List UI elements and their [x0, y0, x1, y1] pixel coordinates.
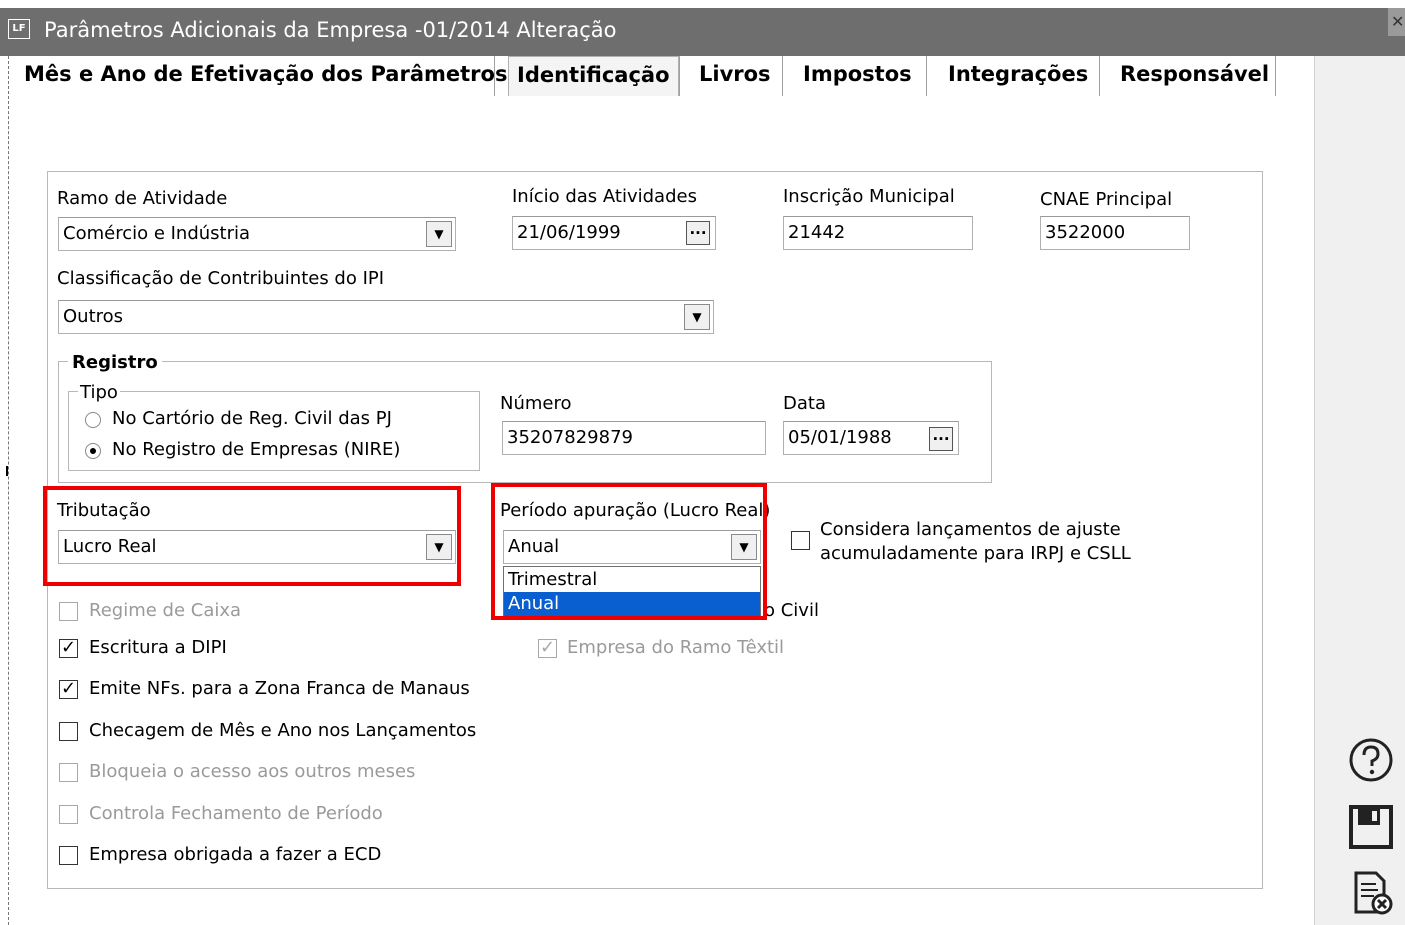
- close-icon[interactable]: ✕: [1388, 8, 1405, 36]
- tab-separator: [782, 56, 784, 96]
- regime-caixa-label: Regime de Caixa: [89, 600, 242, 621]
- registro-title: Registro: [68, 352, 162, 373]
- tab-separator: [1275, 56, 1277, 96]
- tab-livros[interactable]: Livros: [699, 60, 771, 96]
- fechamento-checkbox[interactable]: [59, 805, 78, 824]
- radio-cartorio-label: No Cartório de Reg. Civil das PJ: [112, 408, 392, 429]
- ramo-select[interactable]: Comércio e Indústria: [58, 217, 456, 251]
- ramo-label: Ramo de Atividade: [57, 188, 228, 209]
- inscricao-value: 21442: [788, 222, 846, 243]
- data-label: Data: [783, 393, 826, 414]
- date-picker-button[interactable]: ...: [686, 221, 710, 245]
- app-icon: LF: [8, 19, 30, 39]
- chevron-down-icon[interactable]: ▼: [426, 221, 452, 247]
- tab-efetivacao[interactable]: Mês e Ano de Efetivação dos Parâmetros: [24, 60, 507, 96]
- window-border: [8, 56, 9, 925]
- dipi-label: Escritura a DIPI: [89, 637, 227, 658]
- highlight-periodo: [491, 483, 767, 620]
- fechamento-label: Controla Fechamento de Período: [89, 803, 383, 824]
- numero-label: Número: [500, 393, 572, 414]
- zona-franca-label: Emite NFs. para a Zona Franca de Manaus: [89, 678, 470, 699]
- considera-checkbox[interactable]: [791, 531, 810, 550]
- tab-identificacao[interactable]: Identificação: [508, 56, 679, 96]
- dipi-checkbox[interactable]: ✓: [59, 639, 78, 658]
- ecd-label: Empresa obrigada a fazer a ECD: [89, 844, 382, 865]
- considera-label-line1: Considera lançamentos de ajuste: [820, 519, 1121, 540]
- highlight-tributacao: [43, 486, 461, 586]
- regime-caixa-checkbox[interactable]: [59, 602, 78, 621]
- inicio-label: Início das Atividades: [512, 186, 697, 207]
- tab-separator: [926, 56, 928, 96]
- tab-separator: [679, 56, 681, 96]
- date-picker-button[interactable]: ...: [929, 427, 953, 451]
- tab-integracoes[interactable]: Integrações: [948, 60, 1088, 96]
- numero-value: 35207829879: [507, 427, 633, 448]
- checagem-label: Checagem de Mês e Ano nos Lançamentos: [89, 720, 477, 741]
- zona-franca-checkbox[interactable]: ✓: [59, 680, 78, 699]
- chevron-down-icon[interactable]: ▼: [684, 304, 710, 330]
- title-bar: LF Parâmetros Adicionais da Empresa -01/…: [0, 8, 1405, 56]
- cnae-field[interactable]: 3522000: [1040, 216, 1190, 250]
- ramo-value: Comércio e Indústria: [63, 223, 251, 244]
- textil-label: Empresa do Ramo Têxtil: [567, 637, 785, 658]
- help-icon[interactable]: [1348, 737, 1394, 783]
- resize-marker: [6, 466, 10, 476]
- ecd-checkbox[interactable]: [59, 846, 78, 865]
- tab-separator: [494, 56, 496, 96]
- considera-label-line2: acumuladamente para IRPJ e CSLL: [820, 543, 1131, 564]
- cnae-value: 3522000: [1045, 222, 1126, 243]
- checagem-checkbox[interactable]: [59, 722, 78, 741]
- bloqueia-label: Bloqueia o acesso aos outros meses: [89, 761, 416, 782]
- hidden-checkbox-label: o Civil: [764, 600, 819, 621]
- bloqueia-checkbox[interactable]: [59, 763, 78, 782]
- data-value: 05/01/1988: [788, 427, 892, 448]
- classificacao-value: Outros: [63, 306, 124, 327]
- classificacao-label: Classificação de Contribuintes do IPI: [57, 268, 385, 289]
- inicio-value: 21/06/1999: [517, 222, 621, 243]
- cancel-document-icon[interactable]: [1350, 870, 1396, 916]
- textil-checkbox[interactable]: ✓: [538, 639, 557, 658]
- tab-responsavel[interactable]: Responsável: [1120, 60, 1269, 96]
- tab-impostos[interactable]: Impostos: [803, 60, 912, 96]
- radio-nire[interactable]: [85, 443, 101, 459]
- side-toolbar: [1314, 56, 1405, 925]
- radio-nire-label: No Registro de Empresas (NIRE): [112, 439, 401, 460]
- classificacao-select[interactable]: Outros: [58, 300, 714, 334]
- save-icon[interactable]: [1348, 804, 1394, 850]
- inscricao-label: Inscrição Municipal: [783, 186, 955, 207]
- tab-separator: [1099, 56, 1101, 96]
- inscricao-field[interactable]: 21442: [783, 216, 973, 250]
- cnae-label: CNAE Principal: [1040, 189, 1173, 210]
- radio-cartorio[interactable]: [85, 412, 101, 428]
- tipo-label: Tipo: [78, 382, 120, 403]
- window-title: Parâmetros Adicionais da Empresa -01/201…: [44, 18, 617, 42]
- numero-field[interactable]: 35207829879: [502, 421, 766, 455]
